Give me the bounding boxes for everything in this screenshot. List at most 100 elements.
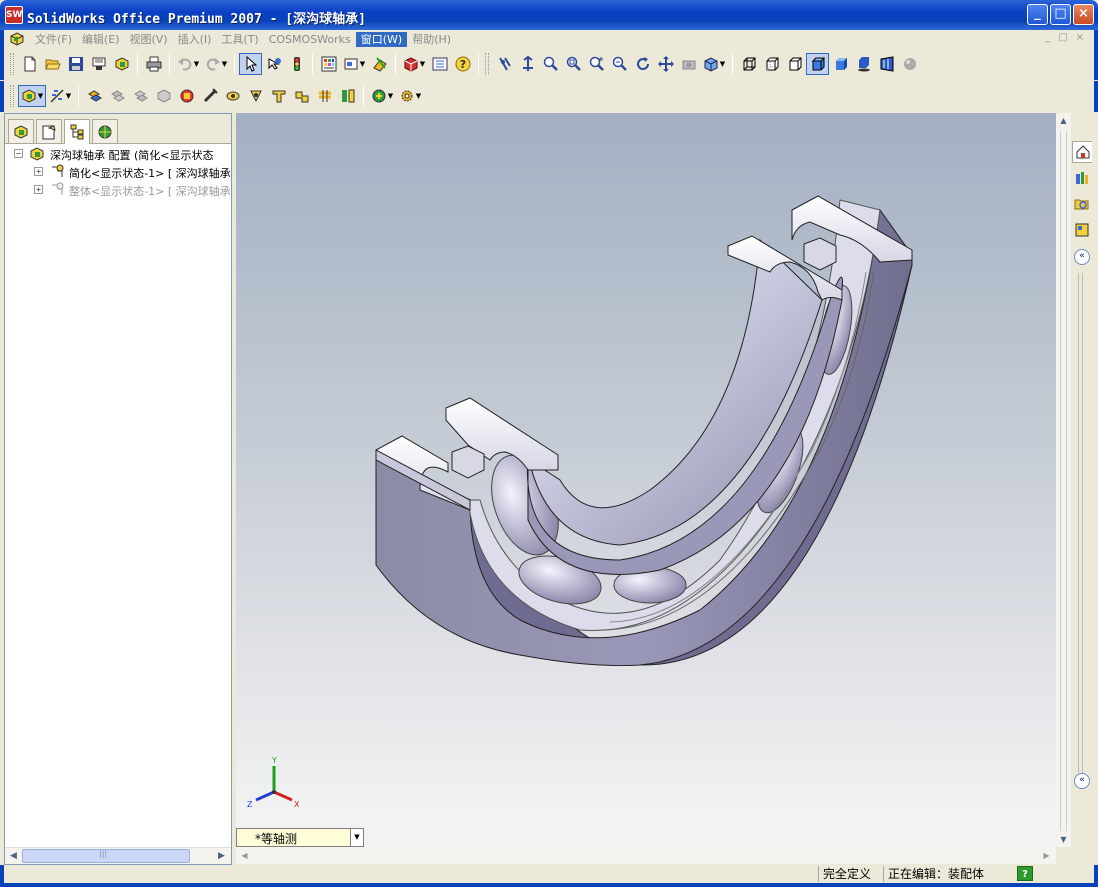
save-icon[interactable]: [64, 53, 87, 75]
chevron-down-icon[interactable]: ▼: [350, 829, 363, 846]
mate-reference-icon[interactable]: [336, 85, 359, 107]
menu-tools[interactable]: 工具(T): [216, 32, 263, 47]
hidden-lines-visible-icon[interactable]: [760, 53, 783, 75]
realview-icon[interactable]: [898, 53, 921, 75]
menu-window[interactable]: 窗口(W): [355, 32, 408, 47]
configuration-manager-tab[interactable]: [64, 119, 90, 144]
shaded-icon[interactable]: [829, 53, 852, 75]
insert-smart-component-icon[interactable]: ▼: [368, 85, 396, 107]
gear-settings-icon[interactable]: ▼: [396, 85, 424, 107]
assembly-document-icon[interactable]: [9, 31, 25, 47]
menu-help[interactable]: 帮助(H): [407, 32, 456, 47]
scroll-down-icon[interactable]: ▼: [1056, 832, 1071, 847]
bearing-model[interactable]: [236, 113, 1056, 828]
shadow-icon[interactable]: [852, 53, 875, 75]
print-preview-icon[interactable]: [87, 53, 110, 75]
feature-manager-tab[interactable]: [8, 119, 34, 143]
section-view-icon[interactable]: [368, 53, 391, 75]
scroll-right-icon[interactable]: ▶: [1039, 848, 1054, 863]
explode-view-icon[interactable]: [175, 85, 198, 107]
open-folder-icon[interactable]: [41, 53, 64, 75]
viewport-horizontal-scrollbar[interactable]: ◀ ▶: [236, 847, 1056, 864]
doc-restore-button[interactable]: □: [1058, 32, 1067, 43]
help-icon[interactable]: ?: [451, 53, 474, 75]
collision-icon[interactable]: [221, 85, 244, 107]
dynamic-clearance-icon[interactable]: [244, 85, 267, 107]
collapse-toggle[interactable]: −: [14, 149, 23, 158]
assembly-options-icon[interactable]: [110, 53, 133, 75]
view-orientation-icon[interactable]: ▼: [340, 53, 368, 75]
menu-cosmosworks[interactable]: COSMOSWorks: [264, 32, 356, 47]
menu-insert[interactable]: 插入(I): [173, 32, 217, 47]
zoom-window-icon[interactable]: [562, 53, 585, 75]
shaded-edges-icon[interactable]: [806, 53, 829, 75]
rebuild-icon[interactable]: [262, 53, 285, 75]
scroll-left-icon[interactable]: ◀: [6, 849, 21, 864]
appearance-cube-icon[interactable]: ▼: [400, 53, 428, 75]
scroll-up-icon[interactable]: ▲: [1056, 113, 1071, 128]
maximize-button[interactable]: □: [1050, 4, 1071, 25]
pan-icon[interactable]: [654, 53, 677, 75]
reference-geometry-icon[interactable]: [313, 85, 336, 107]
wireframe-icon[interactable]: [737, 53, 760, 75]
interference-icon[interactable]: [198, 85, 221, 107]
tree-config-row[interactable]: + 简化<显示状态-1> [ 深沟球轴承: [5, 163, 231, 181]
menu-edit[interactable]: 编辑(E): [77, 32, 125, 47]
panel-horizontal-scrollbar[interactable]: ◀ ||| ▶: [5, 847, 231, 864]
expand-toggle[interactable]: +: [34, 185, 43, 194]
toolbar-grip[interactable]: [485, 53, 489, 75]
solidworks-logo-icon[interactable]: SW: [5, 6, 23, 24]
hidden-lines-removed-icon[interactable]: [783, 53, 806, 75]
smart-fasteners-icon[interactable]: [152, 85, 175, 107]
scroll-thumb[interactable]: |||: [22, 849, 190, 863]
rotate-icon[interactable]: [631, 53, 654, 75]
menu-view[interactable]: 视图(V): [124, 32, 172, 47]
collapse-task-pane-button[interactable]: «: [1074, 249, 1090, 265]
assembly-features-icon[interactable]: [290, 85, 313, 107]
printer-icon[interactable]: [142, 53, 165, 75]
perspective-icon[interactable]: [875, 53, 898, 75]
toolbar-grip[interactable]: [10, 53, 14, 75]
tree-config-row[interactable]: + 整体<显示状态-1> [ 深沟球轴承: [5, 181, 231, 199]
view-select-icon[interactable]: [493, 53, 516, 75]
file-explorer-tab[interactable]: [1072, 193, 1092, 215]
quick-tips-help-icon[interactable]: ?: [1017, 866, 1033, 881]
toggle-list-icon[interactable]: [428, 53, 451, 75]
design-library-tab[interactable]: [1072, 167, 1092, 189]
scroll-left-icon[interactable]: ◀: [237, 848, 252, 863]
edit-component-icon[interactable]: ▼: [18, 85, 46, 107]
mate-icon[interactable]: [83, 85, 106, 107]
close-button[interactable]: ×: [1073, 4, 1094, 25]
undo-icon[interactable]: ▼: [174, 53, 202, 75]
expand-task-pane-button[interactable]: «: [1074, 773, 1090, 789]
graphics-area[interactable]: [236, 113, 1056, 847]
tree-root-row[interactable]: − 深沟球轴承 配置 (简化<显示状态: [5, 145, 231, 163]
rotate-component-icon[interactable]: [129, 85, 152, 107]
new-document-icon[interactable]: [18, 53, 41, 75]
display-style-icon[interactable]: ▼: [700, 53, 728, 75]
scroll-right-icon[interactable]: ▶: [214, 849, 229, 864]
camera-icon[interactable]: [677, 53, 700, 75]
zoom-selection-icon[interactable]: [608, 53, 631, 75]
menu-file[interactable]: 文件(F): [30, 32, 77, 47]
color-grid-icon[interactable]: [317, 53, 340, 75]
doc-minimize-button[interactable]: _: [1045, 32, 1050, 43]
dimxpert-tab[interactable]: [92, 119, 118, 143]
toolbar-grip[interactable]: [10, 85, 14, 107]
property-manager-tab[interactable]: [36, 119, 62, 143]
doc-close-button[interactable]: ×: [1076, 32, 1084, 43]
redo-icon[interactable]: ▼: [202, 53, 230, 75]
move-component-icon[interactable]: [106, 85, 129, 107]
solidworks-resources-tab[interactable]: [1072, 141, 1092, 163]
standard-views-dropdown[interactable]: *等轴测 ▼: [236, 828, 364, 847]
viewport-vertical-scrollbar[interactable]: ▲ ▼: [1056, 113, 1071, 847]
minimize-button[interactable]: _: [1027, 4, 1048, 25]
traffic-light-icon[interactable]: [285, 53, 308, 75]
zoom-in-out-icon[interactable]: [585, 53, 608, 75]
view-palette-tab[interactable]: [1072, 219, 1092, 241]
insert-component-icon[interactable]: ▼: [46, 85, 74, 107]
physical-dynamics-icon[interactable]: [267, 85, 290, 107]
expand-toggle[interactable]: +: [34, 167, 43, 176]
select-arrow-icon[interactable]: [239, 53, 262, 75]
point-orient-icon[interactable]: [516, 53, 539, 75]
